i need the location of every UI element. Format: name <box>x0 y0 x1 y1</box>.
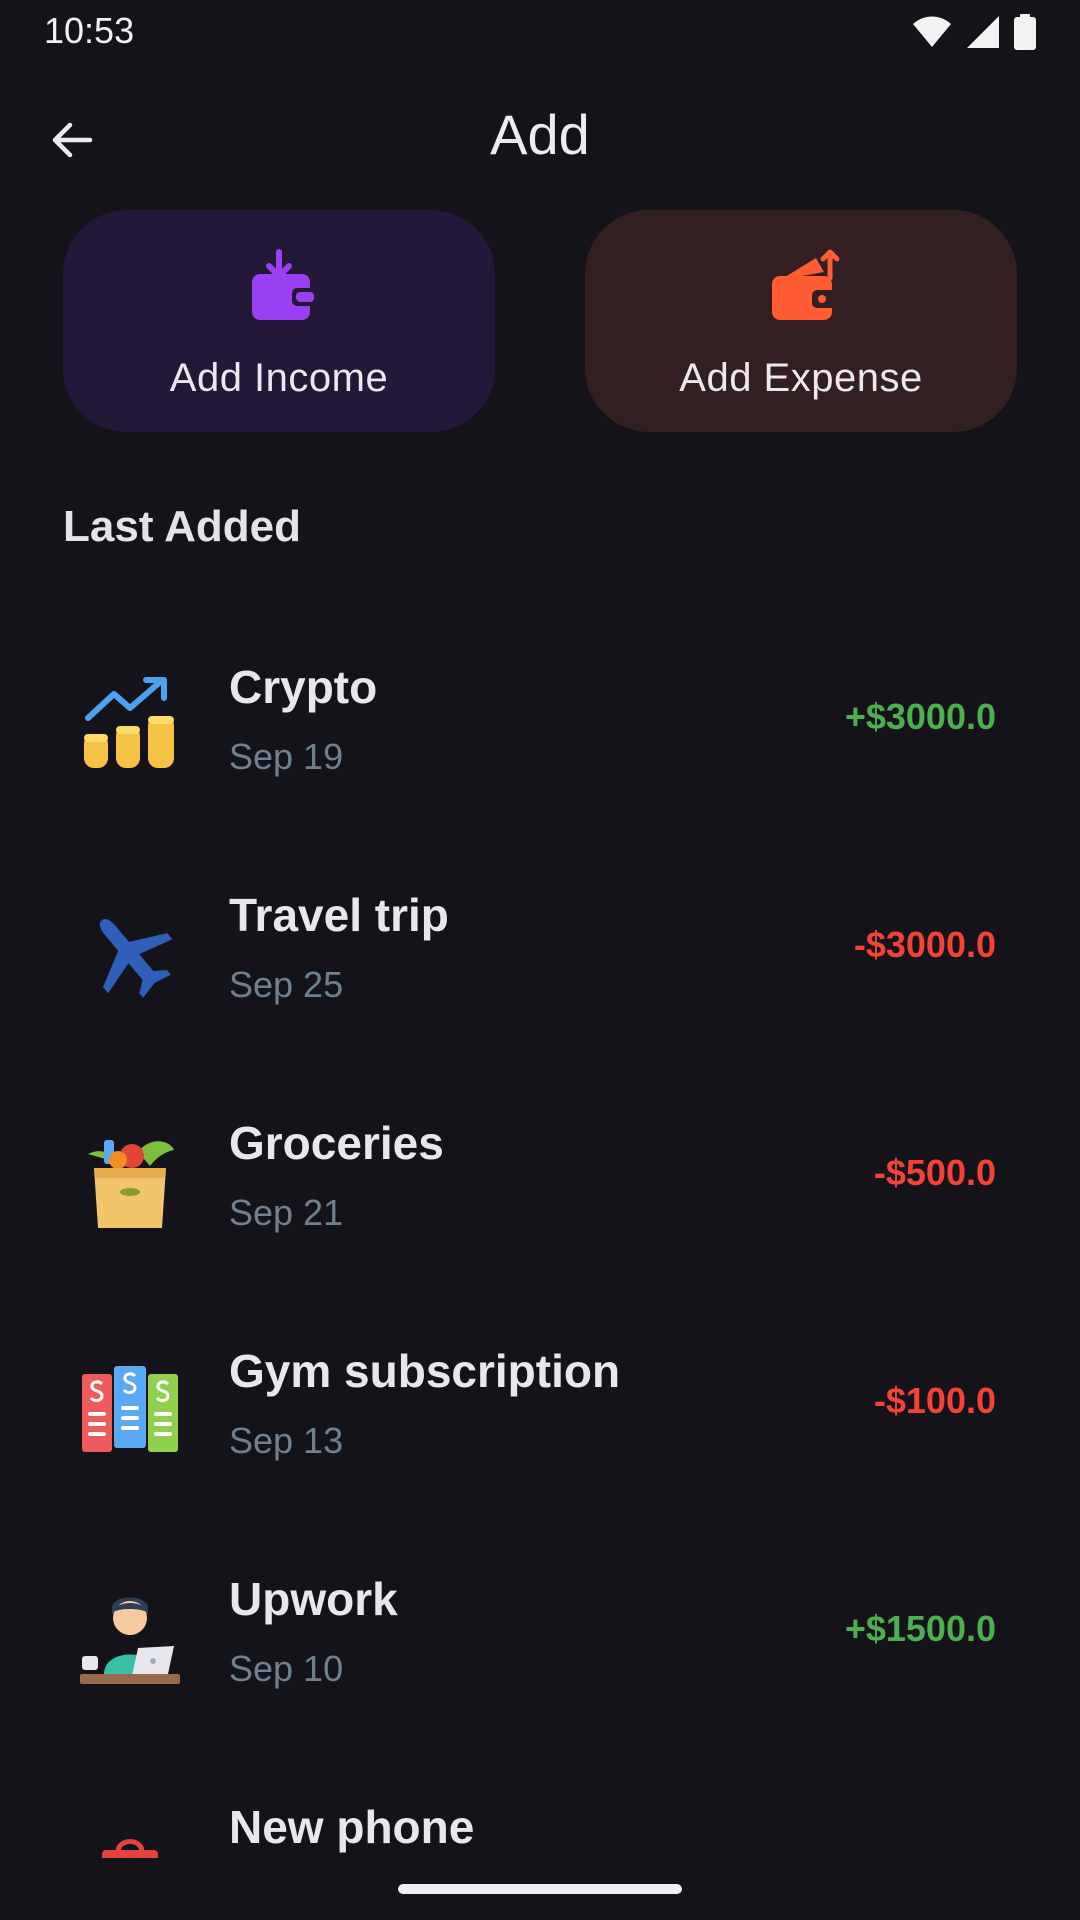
add-income-label: Add Income <box>169 356 389 400</box>
add-expense-label: Add Expense <box>679 356 923 400</box>
transaction-date: Sep 21 <box>229 1192 344 1233</box>
transaction-amount: +$3000.0 <box>844 696 996 737</box>
add-expense-button[interactable]: Add Expense <box>585 210 1017 432</box>
transaction-title: Crypto <box>229 661 378 713</box>
grocery-bag-icon <box>88 1140 174 1228</box>
wifi-icon <box>913 16 951 47</box>
transaction-title: New phone <box>229 1801 475 1853</box>
status-bar: 10:53 <box>0 0 1080 60</box>
home-indicator[interactable] <box>398 1884 682 1894</box>
transaction-amount: +$1500.0 <box>844 1608 996 1649</box>
list-item[interactable]: Groceries Sep 21 -$500.0 <box>0 1076 1080 1304</box>
list-item[interactable]: Travel trip Sep 25 -$3000.0 <box>0 848 1080 1076</box>
battery-icon <box>1014 14 1036 50</box>
list-item[interactable]: Gym subscription Sep 13 -$100.0 <box>0 1304 1080 1532</box>
freelancer-laptop-icon <box>80 1597 180 1684</box>
transaction-amount: -$3000.0 <box>853 924 996 965</box>
status-time: 10:53 <box>44 10 135 51</box>
airplane-icon <box>99 919 173 998</box>
transaction-amount: -$100.0 <box>873 1380 996 1421</box>
status-icons <box>912 14 1036 50</box>
add-income-button[interactable]: Add Income <box>63 210 495 432</box>
add-screen: 10:53 Add Add Income Add Expense Last Ad… <box>0 0 1080 1920</box>
crypto-coins-icon <box>84 677 174 768</box>
transaction-title: Groceries <box>229 1117 444 1169</box>
transaction-date: Sep 25 <box>229 964 344 1005</box>
page-title: Add <box>490 103 590 166</box>
transaction-title: Gym subscription <box>229 1345 621 1397</box>
wallet-income-icon <box>252 249 314 320</box>
transaction-amount: -$500.0 <box>873 1152 996 1193</box>
subscription-bills-icon <box>82 1366 178 1452</box>
transaction-date: Sep 10 <box>229 1648 344 1689</box>
list-item[interactable]: Crypto Sep 19 +$3000.0 <box>0 620 1080 848</box>
wallet-expense-icon <box>772 249 840 320</box>
cellular-signal-icon <box>967 16 999 48</box>
last-added-heading: Last Added <box>63 502 301 551</box>
transaction-title: Travel trip <box>229 889 449 941</box>
app-bar: Add <box>0 90 1080 180</box>
transaction-date: Sep 19 <box>229 736 344 777</box>
list-item[interactable]: Upwork Sep 10 +$1500.0 <box>0 1532 1080 1760</box>
transaction-title: Upwork <box>229 1573 398 1625</box>
transaction-date: Sep 13 <box>229 1420 344 1461</box>
